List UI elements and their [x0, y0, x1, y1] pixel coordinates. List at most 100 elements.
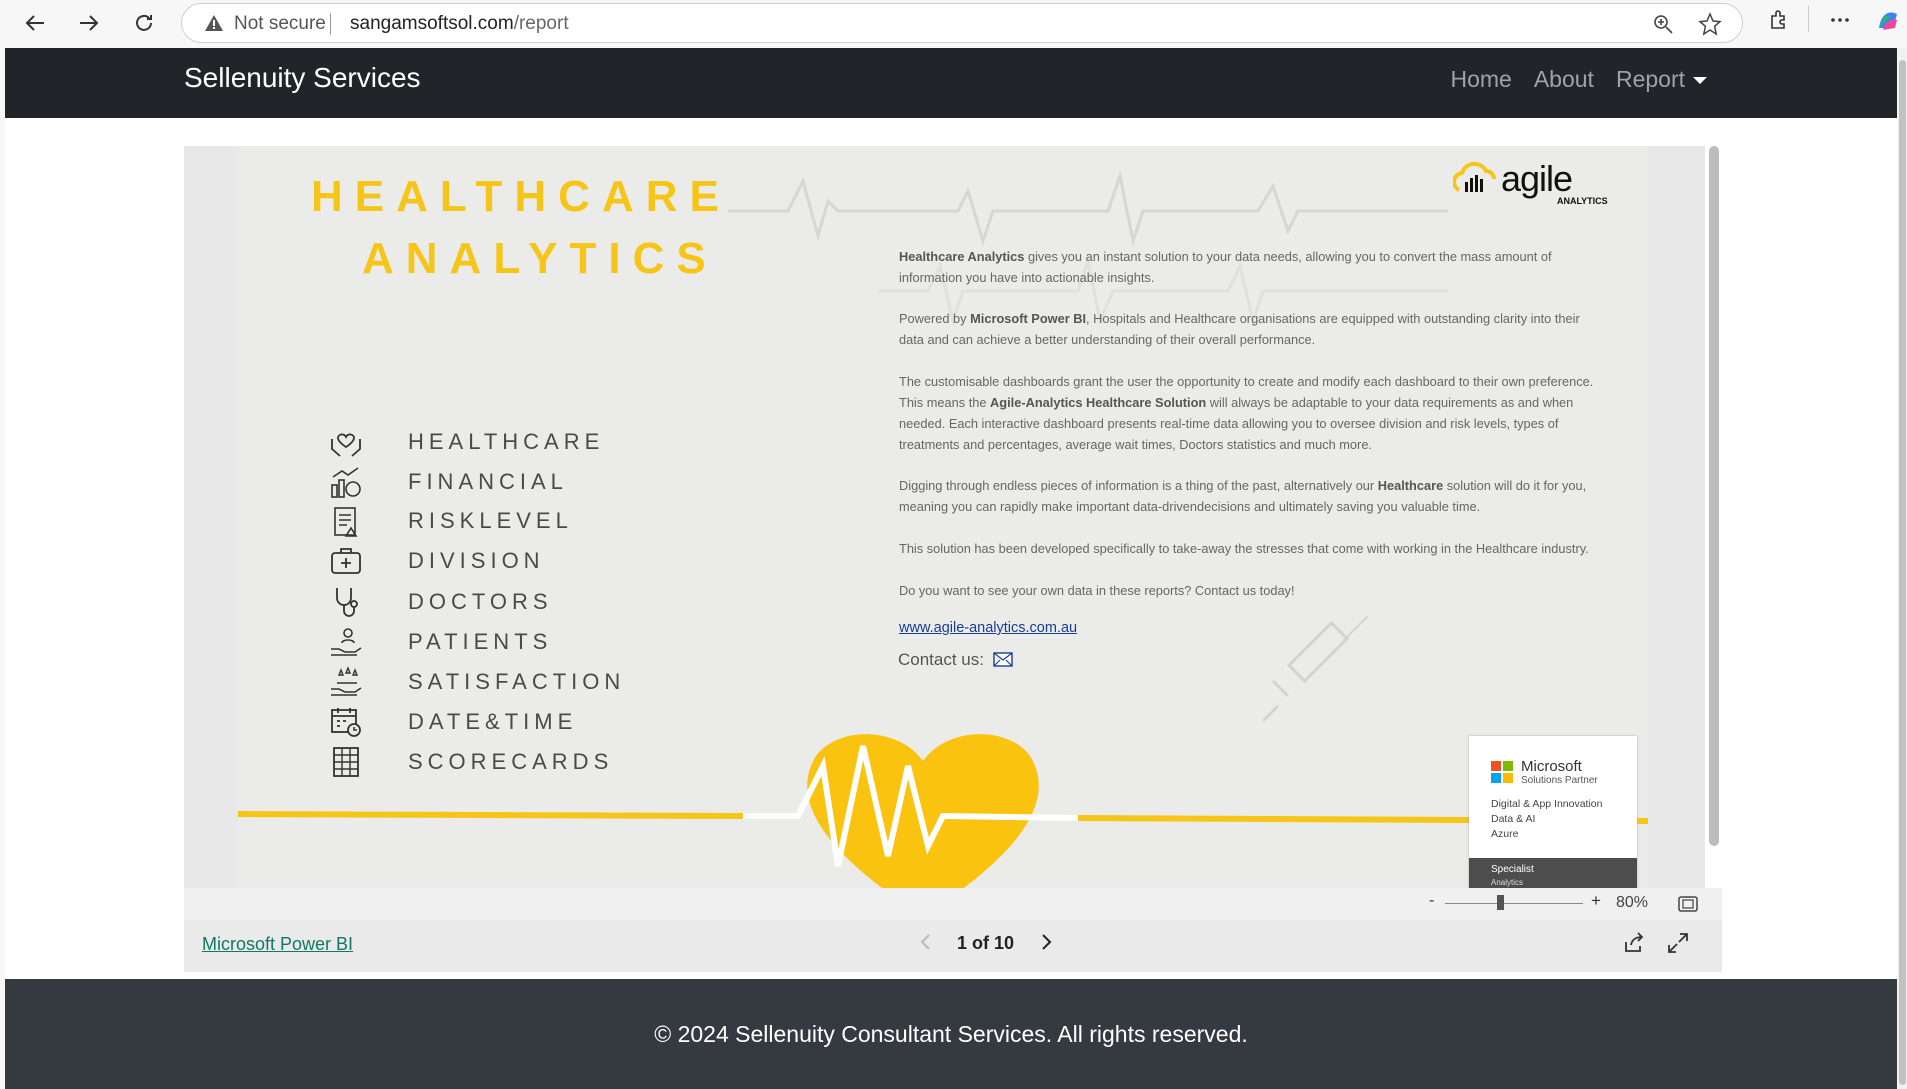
site-navbar: Sellenuity Services Home About Report	[5, 48, 1897, 118]
share-icon[interactable]	[1622, 932, 1644, 954]
report-page: HEALTHCARE ANALYTICS HEALTHCARE FINANCIA…	[238, 146, 1648, 891]
badge-specialist: Specialist	[1491, 864, 1534, 875]
category-label: DIVISION	[408, 548, 545, 573]
logo-subtext: ANALYTICS	[1557, 196, 1608, 206]
nav-about[interactable]: About	[1534, 66, 1594, 93]
category-label: PATIENTS	[408, 629, 553, 654]
stethoscope-icon	[328, 584, 364, 620]
report-title-line2: ANALYTICS	[362, 234, 718, 283]
category-financial[interactable]: FINANCIAL	[328, 464, 563, 500]
url-path: /report	[513, 13, 569, 34]
nav-report-dropdown[interactable]: Report	[1616, 66, 1707, 93]
arrow-left-icon	[25, 15, 44, 31]
zoom-slider-track[interactable]	[1445, 903, 1583, 904]
report-scrollbar[interactable]	[1705, 146, 1722, 888]
category-label: RISKLEVEL	[408, 508, 573, 533]
favorite-star-icon[interactable]	[1698, 12, 1722, 36]
contact-label: Contact us:	[898, 650, 984, 669]
emphasis-text: Agile-Analytics Healthcare Solution	[990, 395, 1207, 410]
warning-icon	[205, 15, 223, 31]
description-paragraph-3: The customisable dashboards grant the us…	[899, 371, 1599, 455]
zoom-slider-handle[interactable]	[1497, 895, 1504, 910]
category-label: FINANCIAL	[408, 469, 568, 494]
logo-wordmark: agile	[1501, 158, 1573, 199]
description-paragraph-6: Do you want to see your own data in thes…	[899, 583, 1295, 598]
heart-hands-icon	[328, 424, 364, 460]
emphasis-text: Healthcare Analytics	[899, 249, 1025, 264]
category-label: HEALTHCARE	[408, 429, 605, 454]
category-doctors[interactable]: DOCTORS	[328, 584, 548, 620]
category-healthcare[interactable]: HEALTHCARE	[328, 424, 599, 460]
nav-home[interactable]: Home	[1450, 66, 1511, 93]
extensions-icon[interactable]	[1767, 8, 1791, 32]
heart-ekg-graphic	[238, 734, 1648, 891]
medical-kit-icon	[328, 543, 364, 579]
fullscreen-icon[interactable]	[1667, 932, 1689, 954]
money-chart-icon	[328, 464, 364, 500]
powerbi-link[interactable]: Microsoft Power BI	[202, 934, 353, 955]
category-satisfaction[interactable]: SATISFACTION	[328, 664, 620, 700]
badge-name: Microsoft	[1521, 758, 1582, 775]
previous-page-icon[interactable]	[919, 932, 933, 952]
emphasis-text: Healthcare	[1377, 478, 1444, 493]
page-indicator: 1 of 10	[957, 933, 1015, 953]
security-label: Not secure	[234, 13, 326, 34]
report-title-line1: HEALTHCARE	[311, 172, 731, 221]
category-label: SATISFACTION	[408, 669, 626, 694]
badge-specialist-sub: Analytics	[1491, 878, 1524, 887]
hand-stars-icon	[328, 664, 364, 700]
address-bar[interactable]: Not secure sangamsoftsol.com/report	[181, 3, 1743, 43]
description-paragraph-1: Healthcare Analytics gives you an instan…	[899, 246, 1599, 288]
url-host: sangamsoftsol.com	[350, 13, 514, 34]
more-menu-icon[interactable]	[1828, 8, 1852, 32]
microsoft-logo-icon	[1491, 761, 1513, 783]
paragraph-text: Powered by	[899, 311, 971, 326]
microsoft-partner-badge: Microsoft Solutions Partner Digital & Ap…	[1469, 736, 1637, 891]
copilot-icon[interactable]	[1875, 8, 1901, 34]
toolbar-divider	[1808, 6, 1809, 32]
description-paragraph-4: Digging through endless pieces of inform…	[899, 475, 1599, 517]
zoom-icon[interactable]	[1652, 13, 1674, 35]
window-scrollbar-thumb[interactable]	[1899, 60, 1906, 1085]
web-page: Sellenuity Services Home About Report HE…	[5, 48, 1897, 1089]
email-icon[interactable]	[993, 652, 1013, 667]
contact-us: Contact us:	[898, 650, 1013, 670]
description-paragraph-5: This solution has been developed specifi…	[899, 541, 1589, 556]
hand-person-icon	[328, 624, 364, 660]
category-division[interactable]: DIVISION	[328, 543, 540, 579]
forward-button[interactable]	[72, 6, 106, 40]
clipboard-warning-icon	[328, 503, 364, 539]
category-patients[interactable]: PATIENTS	[328, 624, 547, 660]
powerbi-report-frame: HEALTHCARE ANALYTICS HEALTHCARE FINANCIA…	[184, 146, 1722, 891]
back-button[interactable]	[18, 6, 52, 40]
zoom-in-button[interactable]: +	[1591, 891, 1601, 911]
agile-website-link[interactable]: www.agile-analytics.com.au	[899, 620, 1077, 636]
arrow-right-icon	[80, 15, 99, 31]
reload-button[interactable]	[127, 6, 161, 40]
badge-line1: Digital & App Innovation	[1491, 798, 1603, 810]
zoom-level: 80%	[1616, 894, 1649, 911]
address-divider	[330, 13, 331, 35]
nav-menu: Home About Report	[1450, 66, 1707, 93]
agile-analytics-logo: agile ANALYTICS	[1452, 158, 1608, 211]
badge-line2: Data & AI	[1491, 813, 1536, 825]
reload-icon	[136, 14, 152, 31]
badge-sub: Solutions Partner	[1521, 775, 1598, 786]
zoom-out-button[interactable]: -	[1429, 892, 1434, 910]
caret-down-icon	[1693, 77, 1707, 85]
site-brand[interactable]: Sellenuity Services	[184, 62, 421, 94]
nav-report-label: Report	[1615, 66, 1685, 92]
window-scrollbar[interactable]	[1898, 48, 1907, 1089]
emphasis-text: Microsoft Power BI	[970, 311, 1087, 326]
report-canvas: HEALTHCARE ANALYTICS HEALTHCARE FINANCIA…	[184, 146, 1705, 891]
category-risklevel[interactable]: RISKLEVEL	[328, 503, 568, 539]
report-scrollbar-thumb[interactable]	[1709, 146, 1719, 846]
fit-to-page-icon[interactable]	[1678, 896, 1698, 912]
next-page-icon[interactable]	[1039, 932, 1053, 952]
url-text: sangamsoftsol.com/report	[350, 13, 569, 35]
zoom-bar: - + 80%	[184, 888, 1722, 920]
badge-line3: Azure	[1491, 828, 1519, 840]
powerbi-footer-bar: Microsoft Power BI 1 of 10	[184, 920, 1722, 972]
copyright-text: © 2024 Sellenuity Consultant Services. A…	[654, 1021, 1248, 1047]
description-paragraph-2: Powered by Microsoft Power BI, Hospitals…	[899, 308, 1599, 350]
